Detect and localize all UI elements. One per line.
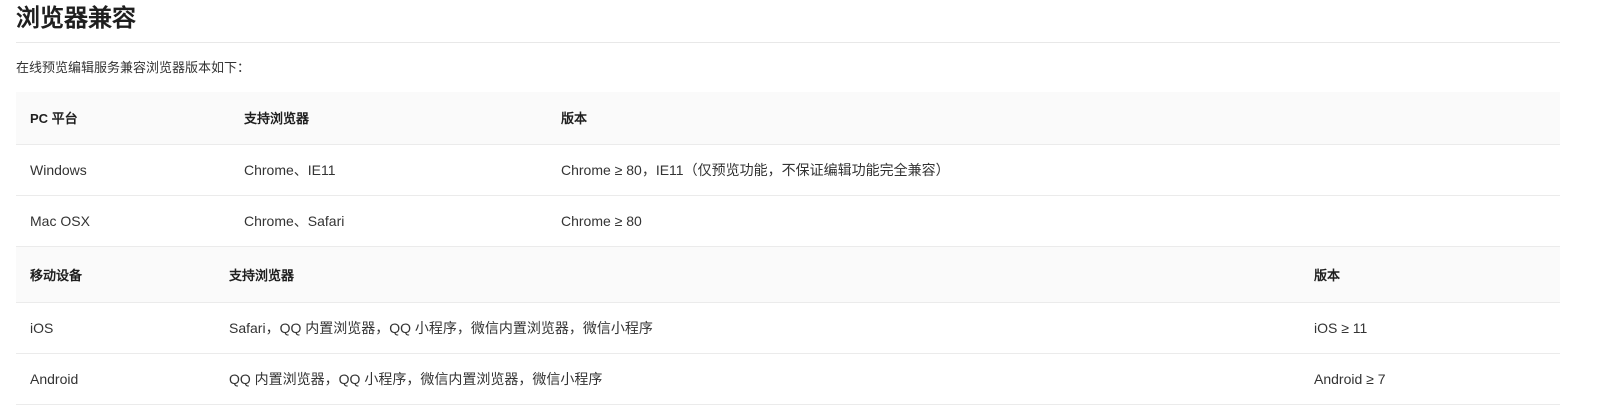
header-cell-browsers: 支持浏览器 — [230, 92, 547, 145]
table-row: iOS Safari，QQ 内置浏览器，QQ 小程序，微信内置浏览器，微信小程序… — [16, 302, 1560, 354]
cell-browsers: Chrome、IE11 — [230, 144, 547, 196]
cell-version: Chrome ≥ 80 — [547, 195, 1560, 247]
cell-browsers: Safari，QQ 内置浏览器，QQ 小程序，微信内置浏览器，微信小程序 — [215, 302, 1300, 354]
cell-browsers: QQ 内置浏览器，QQ 小程序，微信内置浏览器，微信小程序 — [215, 353, 1300, 405]
header-cell-browsers: 支持浏览器 — [215, 246, 1300, 303]
table-header-row: PC 平台 支持浏览器 版本 — [16, 92, 1560, 145]
table-row: Windows Chrome、IE11 Chrome ≥ 80，IE11（仅预览… — [16, 144, 1560, 196]
header-cell-version: 版本 — [1300, 246, 1560, 303]
cell-version: Android ≥ 7 — [1300, 353, 1560, 405]
cell-device: iOS — [16, 302, 215, 354]
cell-version: Chrome ≥ 80，IE11（仅预览功能，不保证编辑功能完全兼容） — [547, 144, 1560, 196]
table-row: Mac OSX Chrome、Safari Chrome ≥ 80 — [16, 195, 1560, 247]
cell-platform: Mac OSX — [16, 195, 230, 247]
header-cell-platform: PC 平台 — [16, 92, 230, 145]
header-cell-device: 移动设备 — [16, 246, 215, 303]
cell-device: Android — [16, 353, 215, 405]
mobile-compat-table: 移动设备 支持浏览器 版本 iOS Safari，QQ 内置浏览器，QQ 小程序… — [16, 246, 1560, 405]
pc-compat-table: PC 平台 支持浏览器 版本 Windows Chrome、IE11 Chrom… — [16, 92, 1560, 247]
cell-platform: Windows — [16, 144, 230, 196]
table-header-row: 移动设备 支持浏览器 版本 — [16, 246, 1560, 303]
table-row: Android QQ 内置浏览器，QQ 小程序，微信内置浏览器，微信小程序 An… — [16, 353, 1560, 405]
cell-version: iOS ≥ 11 — [1300, 302, 1560, 354]
intro-text: 在线预览编辑服务兼容浏览器版本如下： — [16, 60, 251, 75]
doc-content: 浏览器兼容 在线预览编辑服务兼容浏览器版本如下： PC 平台 支持浏览器 版本 … — [16, 0, 1560, 405]
page-title: 浏览器兼容 — [16, 0, 1560, 43]
header-cell-version: 版本 — [547, 92, 1560, 145]
cell-browsers: Chrome、Safari — [230, 195, 547, 247]
